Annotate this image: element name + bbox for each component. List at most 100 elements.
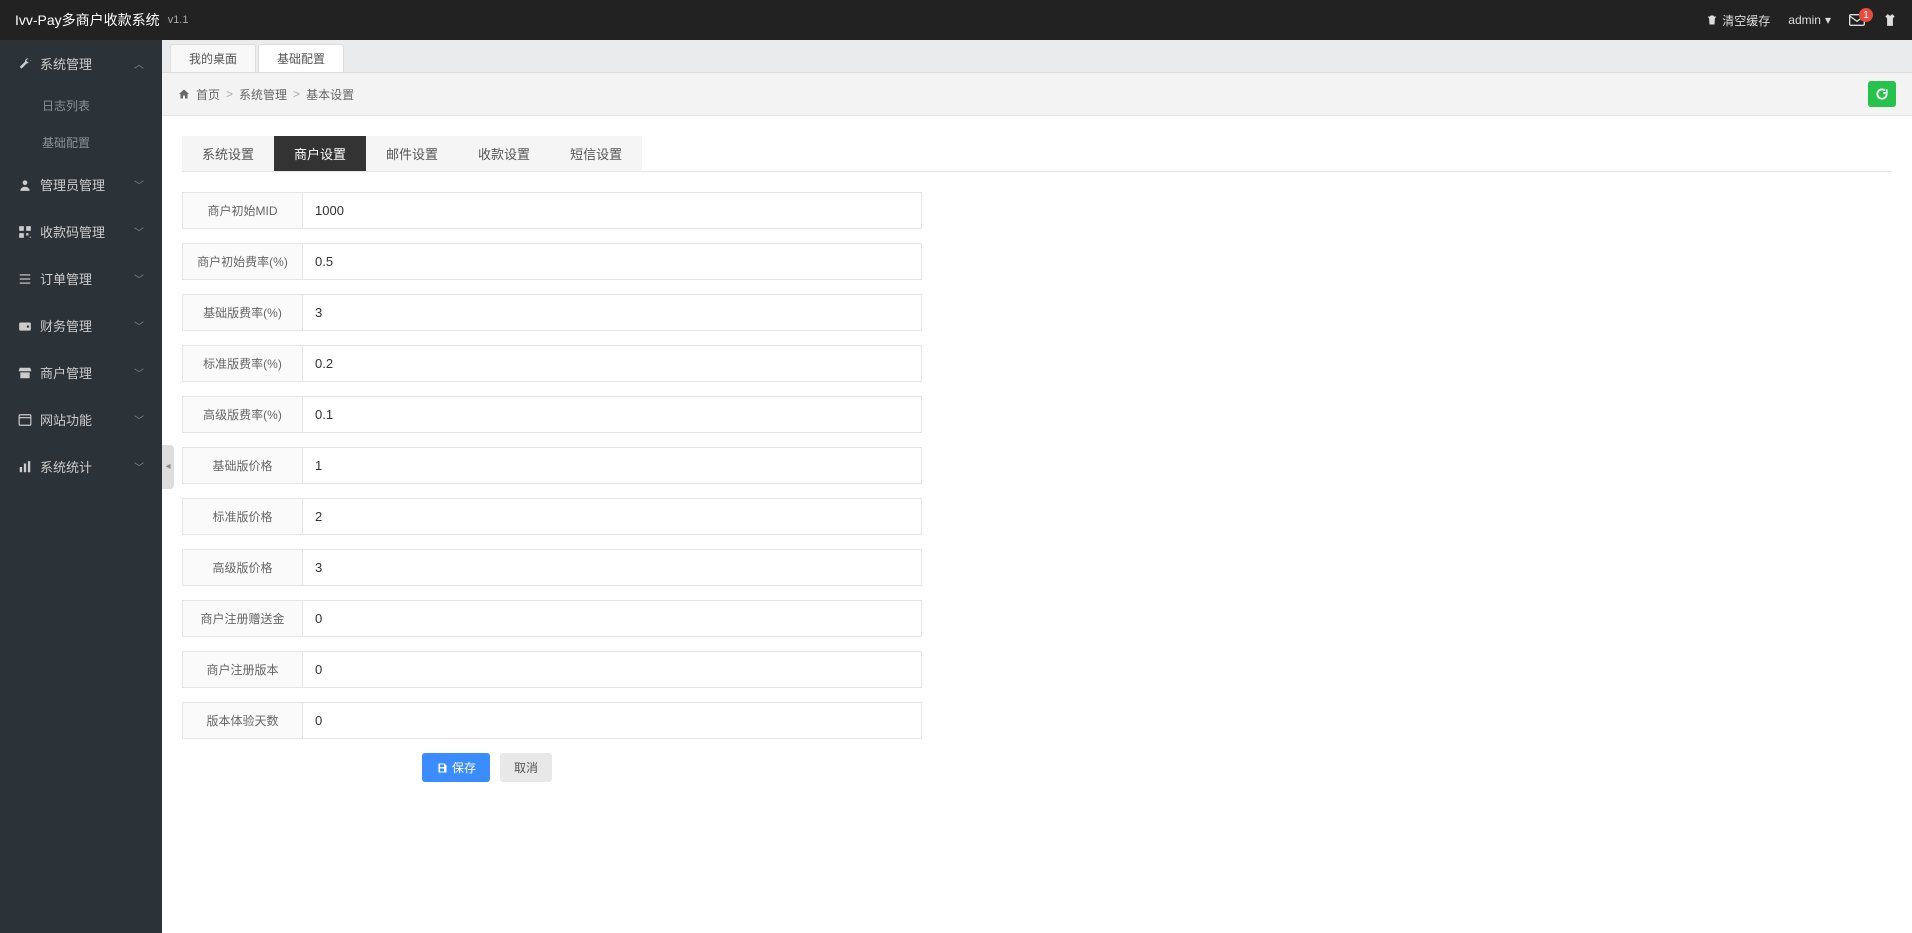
sidebar-item-stats[interactable]: 系统统计 ﹀ bbox=[0, 443, 162, 490]
sidebar-item-label: 管理员管理 bbox=[40, 175, 105, 194]
label-standard-price: 标准版价格 bbox=[182, 498, 302, 535]
label-basic-price: 基础版价格 bbox=[182, 447, 302, 484]
input-basic-rate[interactable] bbox=[302, 294, 922, 331]
page-tabs: 我的桌面 基础配置 bbox=[162, 40, 1912, 73]
form-row: 高级版费率(%) bbox=[182, 396, 922, 433]
tab-baseconfig[interactable]: 基础配置 bbox=[258, 44, 344, 72]
sidebar-item-label: 订单管理 bbox=[40, 269, 92, 288]
sidebar-item-label: 系统管理 bbox=[40, 54, 92, 73]
input-premium-rate[interactable] bbox=[302, 396, 922, 433]
label-basic-rate: 基础版费率(%) bbox=[182, 294, 302, 331]
sidebar-item-website[interactable]: 网站功能 ﹀ bbox=[0, 396, 162, 443]
sidebar-item-label: 网站功能 bbox=[40, 410, 92, 429]
user-menu[interactable]: admin ▾ bbox=[1788, 13, 1831, 27]
form-row: 标准版价格 bbox=[182, 498, 922, 535]
settings-tabs: 系统设置 商户设置 邮件设置 收款设置 短信设置 bbox=[182, 136, 1892, 172]
cancel-label: 取消 bbox=[514, 759, 538, 776]
input-init-rate[interactable] bbox=[302, 243, 922, 280]
mail-link[interactable]: 1 bbox=[1849, 14, 1865, 26]
form-row: 商户注册版本 bbox=[182, 651, 922, 688]
tab-desktop[interactable]: 我的桌面 bbox=[170, 44, 256, 72]
chevron-down-icon: ﹀ bbox=[134, 365, 144, 380]
sidebar-item-label: 收款码管理 bbox=[40, 222, 105, 241]
chevron-down-icon: ﹀ bbox=[134, 318, 144, 333]
chevron-down-icon: ﹀ bbox=[134, 412, 144, 427]
header-left: Ivv-Pay多商户收款系统 v1.1 bbox=[15, 10, 188, 30]
header-right: 清空缓存 admin ▾ 1 bbox=[1706, 12, 1897, 29]
chevron-up-icon: ︿ bbox=[134, 56, 144, 71]
submenu-item-baseconfig[interactable]: 基础配置 bbox=[24, 124, 162, 161]
form-row: 基础版价格 bbox=[182, 447, 922, 484]
save-label: 保存 bbox=[452, 759, 476, 776]
crumb-mid[interactable]: 系统管理 bbox=[239, 86, 287, 103]
clear-cache-link[interactable]: 清空缓存 bbox=[1706, 12, 1770, 29]
label-signup-version: 商户注册版本 bbox=[182, 651, 302, 688]
sidebar-item-label: 系统统计 bbox=[40, 457, 92, 476]
crumb-home[interactable]: 首页 bbox=[196, 86, 220, 103]
theme-link[interactable] bbox=[1883, 13, 1897, 27]
input-signup-version[interactable] bbox=[302, 651, 922, 688]
chevron-down-icon: ﹀ bbox=[134, 177, 144, 192]
chart-icon bbox=[18, 460, 32, 474]
form-row: 基础版费率(%) bbox=[182, 294, 922, 331]
label-standard-rate: 标准版费率(%) bbox=[182, 345, 302, 382]
wallet-icon bbox=[18, 319, 32, 333]
main: 我的桌面 基础配置 首页 > 系统管理 > 基本设置 系统设置 bbox=[162, 40, 1912, 933]
refresh-icon bbox=[1875, 87, 1889, 101]
form-row: 高级版价格 bbox=[182, 549, 922, 586]
input-basic-price[interactable] bbox=[302, 447, 922, 484]
input-premium-price[interactable] bbox=[302, 549, 922, 586]
crumb-last: 基本设置 bbox=[306, 86, 354, 103]
submenu-item-logs[interactable]: 日志列表 bbox=[24, 87, 162, 124]
sidebar-item-system[interactable]: 系统管理 ︿ bbox=[0, 40, 162, 87]
window-icon bbox=[18, 413, 32, 427]
sidebar-item-label: 商户管理 bbox=[40, 363, 92, 382]
shop-icon bbox=[18, 366, 32, 380]
wrench-icon bbox=[18, 57, 32, 71]
user-icon bbox=[18, 178, 32, 192]
chevron-down-icon: ﹀ bbox=[134, 271, 144, 286]
crumb-sep: > bbox=[226, 87, 233, 101]
input-signup-bonus[interactable] bbox=[302, 600, 922, 637]
tab-payment-settings[interactable]: 收款设置 bbox=[458, 136, 550, 171]
input-merchant-mid[interactable] bbox=[302, 192, 922, 229]
trash-icon bbox=[1706, 14, 1718, 26]
save-button[interactable]: 保存 bbox=[422, 753, 490, 782]
breadcrumb-bar: 首页 > 系统管理 > 基本设置 bbox=[162, 73, 1912, 116]
mail-badge: 1 bbox=[1859, 8, 1873, 22]
sidebar-collapse-handle[interactable]: ◂ bbox=[162, 445, 174, 489]
tab-system-settings[interactable]: 系统设置 bbox=[182, 136, 274, 171]
sidebar-item-admin[interactable]: 管理员管理 ﹀ bbox=[0, 161, 162, 208]
sidebar-item-label: 财务管理 bbox=[40, 316, 92, 335]
form-row: 版本体验天数 bbox=[182, 702, 922, 739]
cancel-button[interactable]: 取消 bbox=[500, 753, 552, 782]
tab-mail-settings[interactable]: 邮件设置 bbox=[366, 136, 458, 171]
list-icon bbox=[18, 272, 32, 286]
qrcode-icon bbox=[18, 225, 32, 239]
form-row: 商户初始MID bbox=[182, 192, 922, 229]
tab-sms-settings[interactable]: 短信设置 bbox=[550, 136, 642, 171]
input-standard-price[interactable] bbox=[302, 498, 922, 535]
sidebar-item-finance[interactable]: 财务管理 ﹀ bbox=[0, 302, 162, 349]
sidebar-item-orders[interactable]: 订单管理 ﹀ bbox=[0, 255, 162, 302]
chevron-down-icon: ﹀ bbox=[134, 224, 144, 239]
form-row: 标准版费率(%) bbox=[182, 345, 922, 382]
label-trial-days: 版本体验天数 bbox=[182, 702, 302, 739]
input-standard-rate[interactable] bbox=[302, 345, 922, 382]
label-premium-rate: 高级版费率(%) bbox=[182, 396, 302, 433]
user-label: admin bbox=[1788, 13, 1821, 27]
crumb-sep: > bbox=[293, 87, 300, 101]
sidebar-item-merchant[interactable]: 商户管理 ﹀ bbox=[0, 349, 162, 396]
shirt-icon bbox=[1883, 13, 1897, 27]
input-trial-days[interactable] bbox=[302, 702, 922, 739]
sidebar: 系统管理 ︿ 日志列表 基础配置 管理员管理 ﹀ 收款码管理 bbox=[0, 40, 162, 933]
chevron-down-icon: ▾ bbox=[1825, 13, 1831, 27]
sidebar-item-qrcode[interactable]: 收款码管理 ﹀ bbox=[0, 208, 162, 255]
tab-merchant-settings[interactable]: 商户设置 bbox=[274, 136, 366, 171]
save-icon bbox=[436, 762, 448, 774]
submenu-system: 日志列表 基础配置 bbox=[0, 87, 162, 161]
app-title: Ivv-Pay多商户收款系统 bbox=[15, 10, 160, 30]
top-header: Ivv-Pay多商户收款系统 v1.1 清空缓存 admin ▾ 1 bbox=[0, 0, 1912, 40]
refresh-button[interactable] bbox=[1868, 81, 1896, 107]
chevron-down-icon: ﹀ bbox=[134, 459, 144, 474]
